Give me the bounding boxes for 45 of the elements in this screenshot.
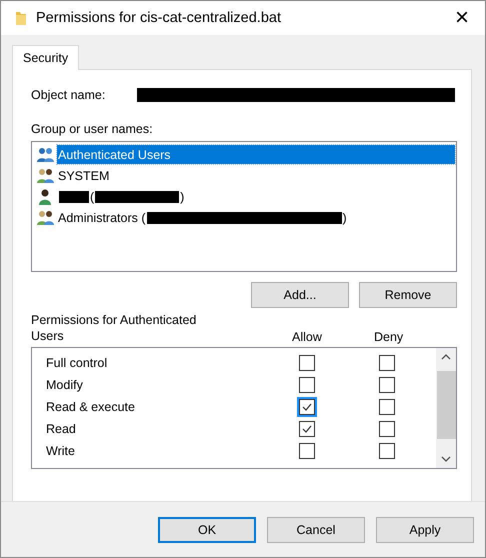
scrollbar[interactable] xyxy=(436,348,456,468)
dialog-button[interactable]: Cancel xyxy=(267,517,365,543)
close-button[interactable]: × xyxy=(439,6,485,30)
user-name: Authenticated Users xyxy=(58,148,171,162)
permission-name: Full control xyxy=(45,356,108,370)
column-header: Deny xyxy=(374,329,404,345)
window-title: Permissions for cis-cat-centralized.bat xyxy=(36,10,282,26)
object-name-label: Object name: xyxy=(31,88,106,102)
user-name: ) xyxy=(342,210,347,224)
user-list-item[interactable]: Administrators ( ) xyxy=(57,208,348,227)
folder-icon xyxy=(15,10,27,26)
deny-checkbox[interactable] xyxy=(377,441,397,461)
user-group-icon xyxy=(37,210,55,226)
permission-name: Read & execute xyxy=(45,400,136,414)
permissions-label: Permissions for Authenticated Users xyxy=(31,312,198,344)
deny-checkbox[interactable] xyxy=(377,353,397,373)
permission-name: Modify xyxy=(45,378,84,392)
deny-checkbox[interactable] xyxy=(377,375,397,395)
user-list-item[interactable]: ( ) xyxy=(57,187,186,206)
redaction-bar xyxy=(59,190,89,202)
dialog-button[interactable]: Add... xyxy=(251,282,349,308)
permission-name: Read xyxy=(45,422,77,436)
scrollbar-thumb[interactable] xyxy=(436,371,456,439)
tab[interactable]: Security xyxy=(12,45,80,70)
dialog-button[interactable]: Remove xyxy=(359,282,457,308)
user-group-icon xyxy=(37,168,55,184)
column-header: Allow xyxy=(292,329,322,345)
user-name: Administrators ( xyxy=(58,210,146,224)
scroll-down-icon[interactable] xyxy=(441,456,451,462)
allow-checkbox[interactable] xyxy=(297,375,317,395)
allow-checkbox[interactable] xyxy=(297,441,317,461)
user-group-icon xyxy=(37,146,55,162)
user-name: ( xyxy=(90,190,94,204)
allow-checkbox[interactable] xyxy=(297,353,317,373)
dialog-button[interactable]: OK xyxy=(158,517,256,543)
scroll-up-icon[interactable] xyxy=(441,354,451,360)
dialog-button[interactable]: Apply xyxy=(376,517,474,543)
user-list-item[interactable]: Authenticated Users xyxy=(57,145,455,164)
deny-checkbox[interactable] xyxy=(377,419,397,439)
permission-name: Write xyxy=(45,444,76,458)
deny-checkbox[interactable] xyxy=(377,397,397,417)
allow-checkbox[interactable] xyxy=(297,397,317,417)
user-name: ) xyxy=(180,190,184,204)
group-label: Group or user names: xyxy=(31,122,154,136)
allow-checkbox[interactable] xyxy=(297,419,317,439)
